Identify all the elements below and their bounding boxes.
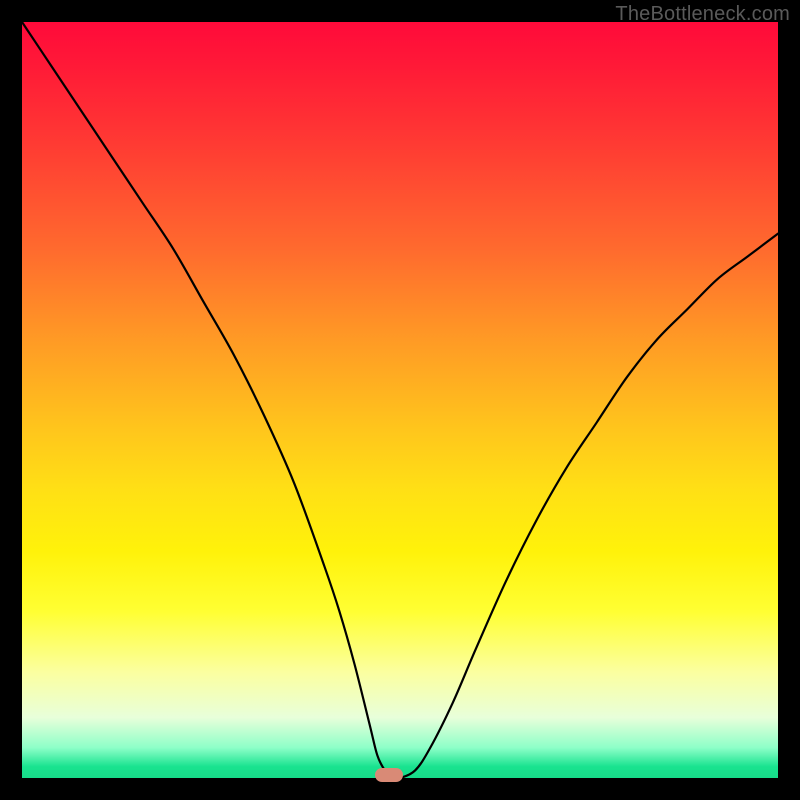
chart-frame: TheBottleneck.com [0,0,800,800]
optimal-point-marker [375,768,403,782]
watermark-label: TheBottleneck.com [615,3,790,26]
plot-area [22,22,778,778]
bottleneck-curve [22,22,778,778]
